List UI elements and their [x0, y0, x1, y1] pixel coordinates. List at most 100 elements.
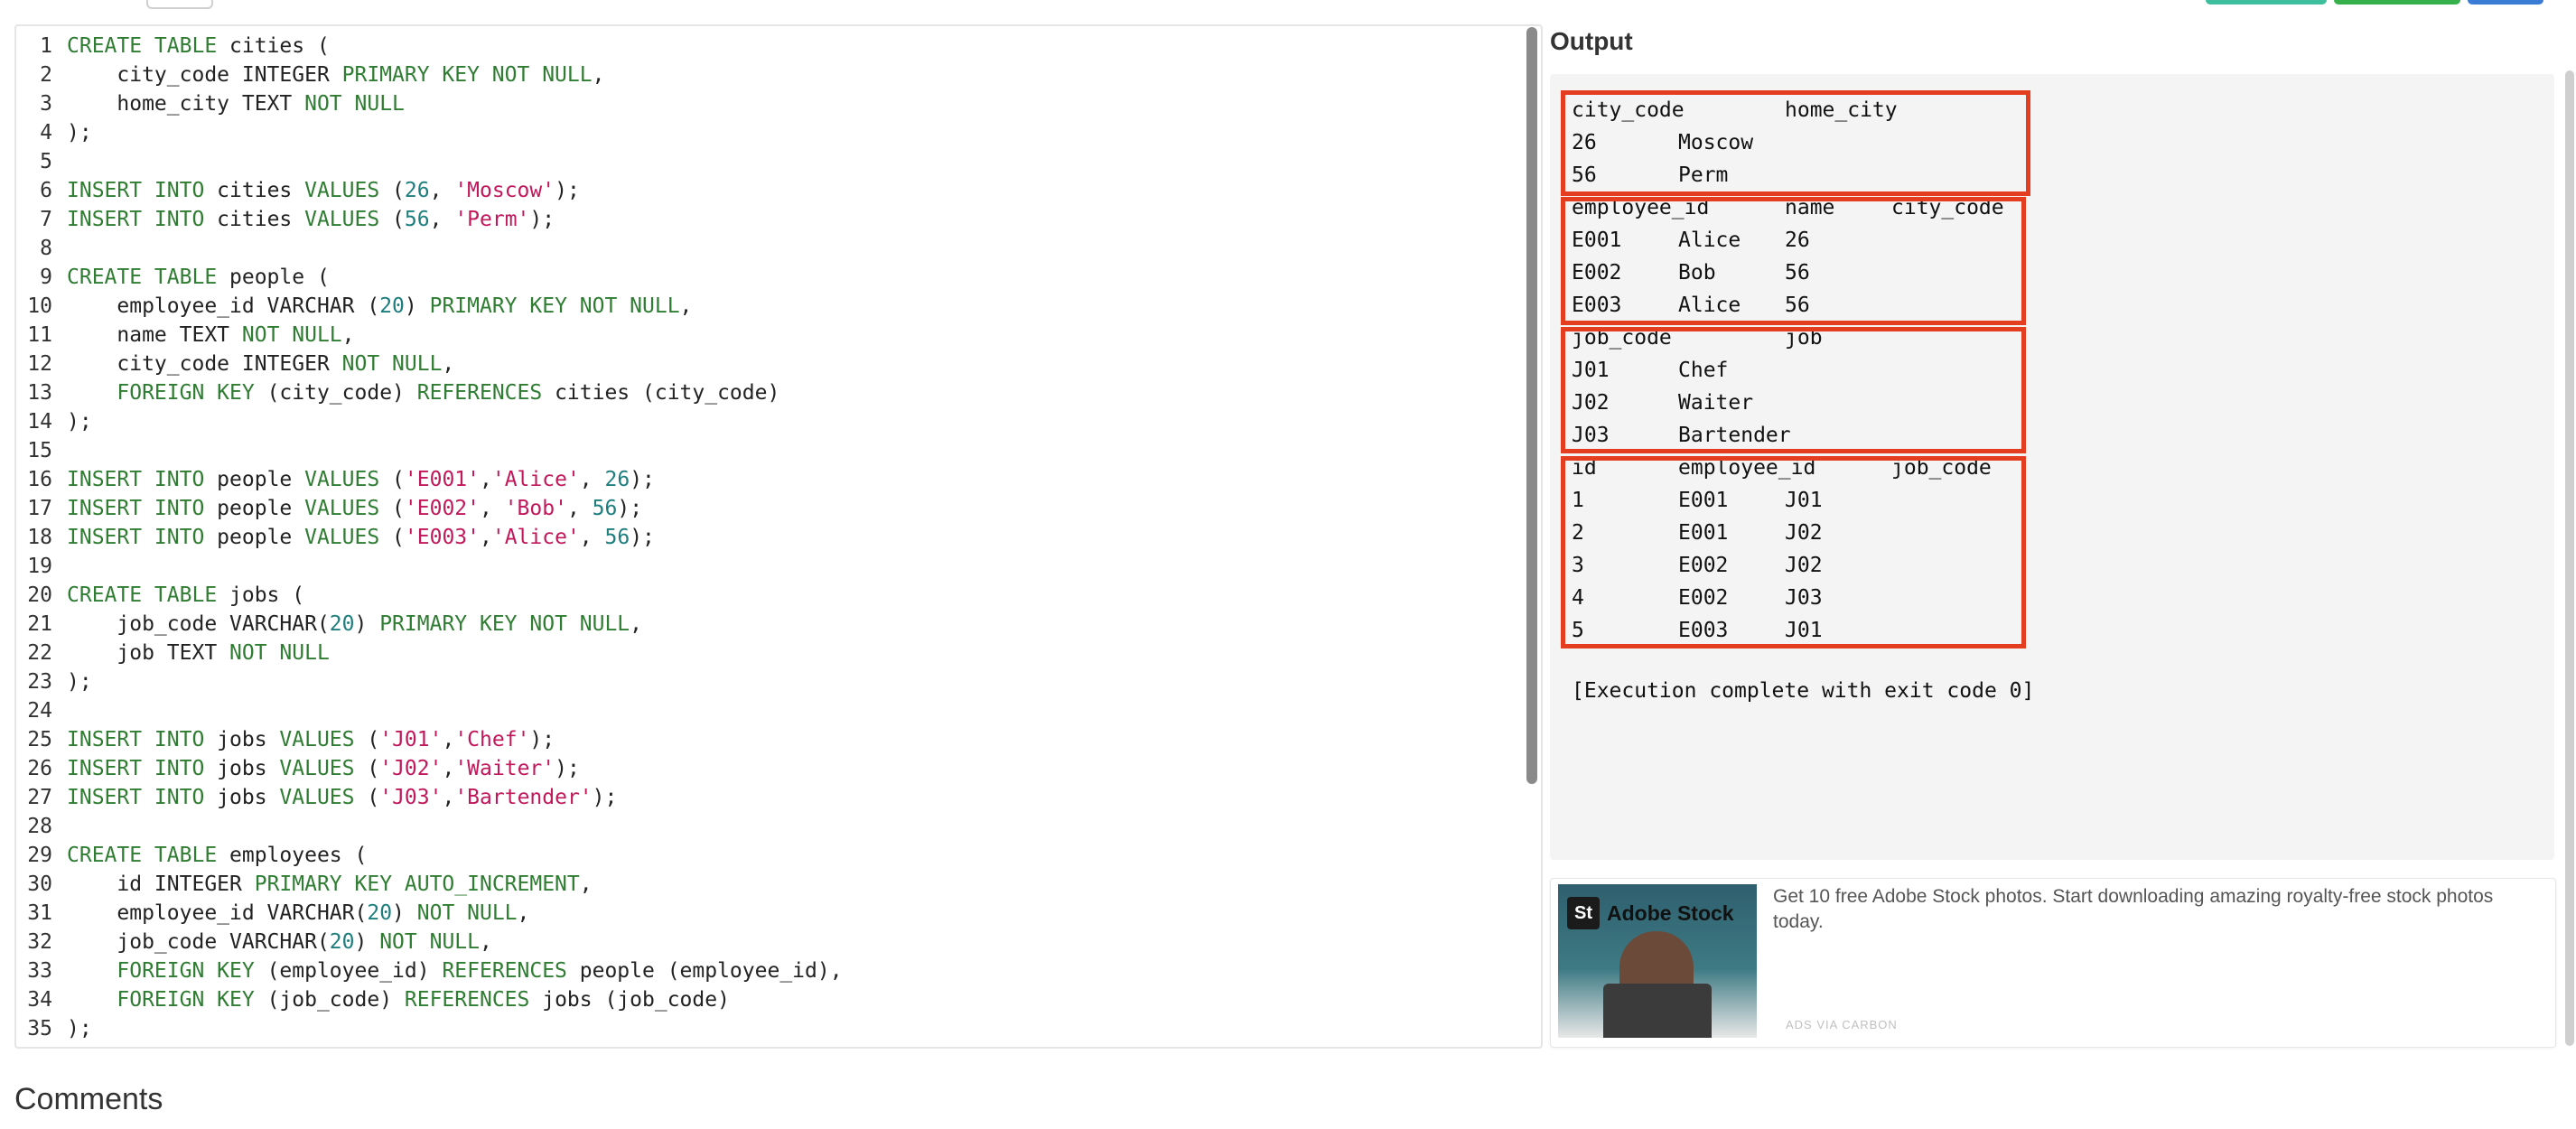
code-token: )	[354, 612, 380, 636]
ad-brand: Adobe Stock	[1607, 900, 1734, 925]
code-token: (	[379, 179, 405, 202]
code-token: )	[404, 294, 430, 318]
code-token: ,	[442, 728, 455, 751]
code-line[interactable]: 5	[16, 147, 843, 176]
code-line[interactable]: 11 name TEXT NOT NULL,	[16, 321, 843, 350]
code-token: (	[354, 757, 380, 780]
code-token: INSERT INTO	[67, 757, 205, 780]
adobe-stock-logo: St Adobe Stock	[1567, 897, 1734, 929]
code-line[interactable]: 20 CREATE TABLE jobs (	[16, 581, 843, 610]
code-token: cities (city_code)	[542, 381, 780, 405]
code-line[interactable]: 35);	[16, 1014, 843, 1043]
code-line[interactable]: 27 INSERT INTO jobs VALUES ('J03','Barten…	[16, 783, 843, 812]
code-token: (	[379, 526, 405, 549]
code-token: INSERT INTO	[67, 208, 205, 231]
editor-scrollbar[interactable]	[1526, 27, 1537, 784]
code-line[interactable]: 4);	[16, 118, 843, 147]
code-token: cities	[204, 179, 305, 202]
code-token: VALUES	[279, 728, 355, 751]
ad-text[interactable]: Get 10 free Adobe Stock photos. Start do…	[1773, 884, 2541, 935]
save-button-partial[interactable]	[2468, 0, 2543, 5]
highlight-box-people	[1561, 197, 2026, 325]
code-line[interactable]: 30 id INTEGER PRIMARY KEY AUTO_INCREMENT…	[16, 870, 843, 899]
code-line[interactable]: 24	[16, 696, 843, 725]
code-line[interactable]: 33 FOREIGN KEY (employee_id) REFERENCES …	[16, 956, 842, 985]
code-token: employee_id VARCHAR(	[67, 901, 368, 925]
output-scrollbar[interactable]	[2565, 70, 2574, 1046]
run-button-partial[interactable]	[2206, 0, 2327, 5]
code-token: ,	[442, 786, 455, 809]
code-token: INSERT INTO	[67, 526, 205, 549]
code-token: 'E001'	[404, 468, 480, 491]
code-line[interactable]: 23);	[16, 667, 843, 696]
code-token: 'J02'	[379, 757, 443, 780]
code-line[interactable]: 34 FOREIGN KEY (job_code) REFERENCES job…	[16, 985, 843, 1014]
code-token: VALUES	[304, 468, 380, 491]
code-token: people	[204, 526, 305, 549]
code-line[interactable]: 17 INSERT INTO people VALUES ('E002', 'Bo…	[16, 494, 843, 523]
code-line[interactable]: 21 job_code VARCHAR(20) PRIMARY KEY NOT …	[16, 610, 843, 639]
code-token: );	[592, 786, 618, 809]
code-line[interactable]: 3 home_city TEXT NOT NULL	[16, 89, 843, 118]
code-token: );	[67, 121, 92, 145]
line-number: 32	[27, 930, 52, 954]
code-line[interactable]: 32 job_code VARCHAR(20) NOT NULL,	[16, 928, 843, 956]
code-token: 'Bartender'	[454, 786, 593, 809]
code-line[interactable]: 31 employee_id VARCHAR(20) NOT NULL,	[16, 899, 843, 928]
code-token: 'E003'	[404, 526, 480, 549]
code-line[interactable]: 14);	[16, 407, 843, 436]
ad-image[interactable]: St Adobe Stock	[1558, 884, 1757, 1038]
line-number: 7	[40, 208, 52, 231]
code-token: name TEXT	[67, 323, 242, 347]
code-line[interactable]: 19	[16, 552, 843, 581]
code-token: 20	[329, 930, 355, 954]
code-line[interactable]: 18 INSERT INTO people VALUES ('E003','Ali…	[16, 523, 843, 552]
code-token: INSERT INTO	[67, 786, 205, 809]
line-number: 25	[27, 728, 52, 751]
code-token: (city_code)	[254, 381, 417, 405]
code-token: NOT NULL	[304, 92, 405, 116]
code-line[interactable]: 28	[16, 812, 843, 841]
line-number: 27	[27, 786, 52, 809]
code-token: );	[555, 757, 580, 780]
code-token: CREATE TABLE	[67, 844, 218, 867]
code-line[interactable]: 25 INSERT INTO jobs VALUES ('J01','Chef')…	[16, 725, 843, 754]
line-number: 14	[27, 410, 52, 434]
code-token: 20	[329, 612, 355, 636]
code-line[interactable]: 29 CREATE TABLE employees (	[16, 841, 843, 870]
code-line[interactable]: 6 INSERT INTO cities VALUES (26, 'Moscow'…	[16, 176, 843, 205]
code-line[interactable]: 26 INSERT INTO jobs VALUES ('J02','Waiter…	[16, 754, 843, 783]
line-number: 10	[27, 294, 52, 318]
code-line[interactable]: 2 city_code INTEGER PRIMARY KEY NOT NULL…	[16, 61, 843, 89]
line-number: 28	[27, 815, 52, 838]
line-number: 30	[27, 872, 52, 896]
code-line[interactable]: 9 CREATE TABLE people (	[16, 263, 843, 292]
code-line[interactable]: 12 city_code INTEGER NOT NULL,	[16, 350, 843, 378]
code-line[interactable]: 22 job TEXT NOT NULL	[16, 639, 843, 667]
code-line[interactable]: 1 CREATE TABLE cities (	[16, 32, 843, 61]
code-token: ,	[579, 526, 605, 549]
ads-via-carbon-link[interactable]: ADS VIA CARBON	[1786, 1018, 1898, 1031]
code-token: VALUES	[279, 757, 355, 780]
code-line[interactable]: 7 INSERT INTO cities VALUES (56, 'Perm');	[16, 205, 843, 234]
output-title: Output	[1550, 27, 1633, 55]
code-token: CREATE TABLE	[67, 266, 218, 289]
code-token: id INTEGER	[67, 872, 255, 896]
code-line[interactable]: 16 INSERT INTO people VALUES ('E001','Ali…	[16, 465, 843, 494]
code-token: (	[354, 786, 380, 809]
code-editor[interactable]: 1 CREATE TABLE cities (2 city_code INTEGE…	[14, 24, 1543, 1049]
share-button-partial[interactable]	[2334, 0, 2460, 5]
code-line[interactable]: 8	[16, 234, 843, 263]
code-token: ,	[579, 872, 593, 896]
language-select-partial[interactable]	[146, 0, 213, 9]
code-line[interactable]: 15	[16, 436, 843, 465]
code-token: )	[392, 901, 417, 925]
line-number: 18	[27, 526, 52, 549]
line-number: 9	[40, 266, 52, 289]
carbon-ad[interactable]: St Adobe Stock Get 10 free Adobe Stock p…	[1550, 878, 2556, 1048]
code-token: NOT NULL	[416, 901, 518, 925]
code-line[interactable]: 13 FOREIGN KEY (city_code) REFERENCES ci…	[16, 378, 843, 407]
code-line[interactable]: 10 employee_id VARCHAR (20) PRIMARY KEY …	[16, 292, 843, 321]
